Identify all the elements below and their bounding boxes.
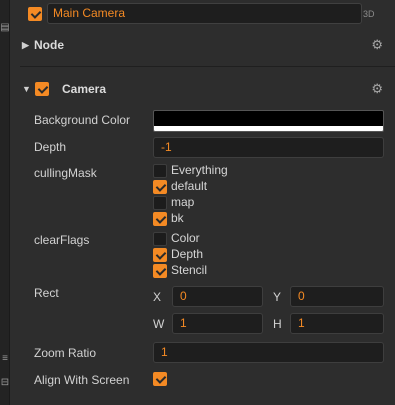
rect-x-input[interactable]: 0 [172,286,263,307]
3d-toggle-label[interactable]: 3D [363,9,375,19]
rect-w-input[interactable]: 1 [172,313,263,334]
clear-option-label: Color [171,231,200,245]
zoom-ratio-label: Zoom Ratio [34,346,97,360]
rect-y-label: Y [273,290,282,304]
node-section-header[interactable]: ▶ Node ⚙ [20,32,395,58]
camera-section-header[interactable]: ▼ Camera ⚙ [20,76,395,102]
rect-h-input[interactable]: 1 [290,313,384,334]
align-with-screen-checkbox[interactable] [153,372,167,386]
section-title: Node [34,38,64,52]
clear-option-label: Depth [171,247,204,261]
culling-default-checkbox[interactable] [153,180,167,194]
culling-bk-checkbox[interactable] [153,212,167,226]
triangle-down-icon[interactable]: ▼ [22,76,31,102]
culling-map-checkbox[interactable] [153,196,167,210]
rect-label: Rect [34,286,59,300]
node-name-input[interactable]: Main Camera [47,3,362,24]
panel-edge-glyph: ⊟ [0,377,10,388]
panel-edge-glyph: ≡ [2,353,8,364]
zoom-ratio-input[interactable]: 1 [153,342,384,363]
clear-option-label: Stencil [171,263,208,277]
culling-option-label: Everything [171,163,228,177]
gear-icon[interactable]: ⚙ [371,76,383,102]
left-panel-strip: ▤ ≡ ⊟ [0,0,10,405]
inspector-panel: Main Camera 3D ▶ Node ⚙ ▼ Camera ⚙ Backg… [10,0,395,405]
culling-option-label: default [171,179,208,193]
rect-y-input[interactable]: 0 [290,286,384,307]
background-color-picker[interactable] [153,110,384,132]
node-active-checkbox[interactable] [28,7,42,21]
rect-x-label: X [153,290,162,304]
panel-edge-glyph: ▤ [0,22,10,33]
triangle-right-icon[interactable]: ▶ [22,32,29,58]
gear-icon[interactable]: ⚙ [371,32,383,58]
culling-option-label: map [171,195,195,209]
depth-label: Depth [34,140,67,154]
clear-flags-label: clearFlags [34,233,90,247]
rect-w-label: W [153,317,165,331]
rect-h-label: H [273,317,282,331]
alpha-bar [154,126,383,131]
culling-mask-label: cullingMask [34,166,97,180]
section-divider [20,66,395,67]
camera-enabled-checkbox[interactable] [35,82,49,96]
clear-color-checkbox[interactable] [153,232,167,246]
section-title: Camera [62,82,107,96]
depth-input[interactable]: -1 [153,137,384,158]
clear-depth-checkbox[interactable] [153,248,167,262]
background-color-label: Background Color [34,113,131,127]
culling-everything-checkbox[interactable] [153,164,167,178]
clear-stencil-checkbox[interactable] [153,264,167,278]
culling-option-label: bk [171,211,184,225]
align-with-screen-label: Align With Screen [34,373,130,387]
